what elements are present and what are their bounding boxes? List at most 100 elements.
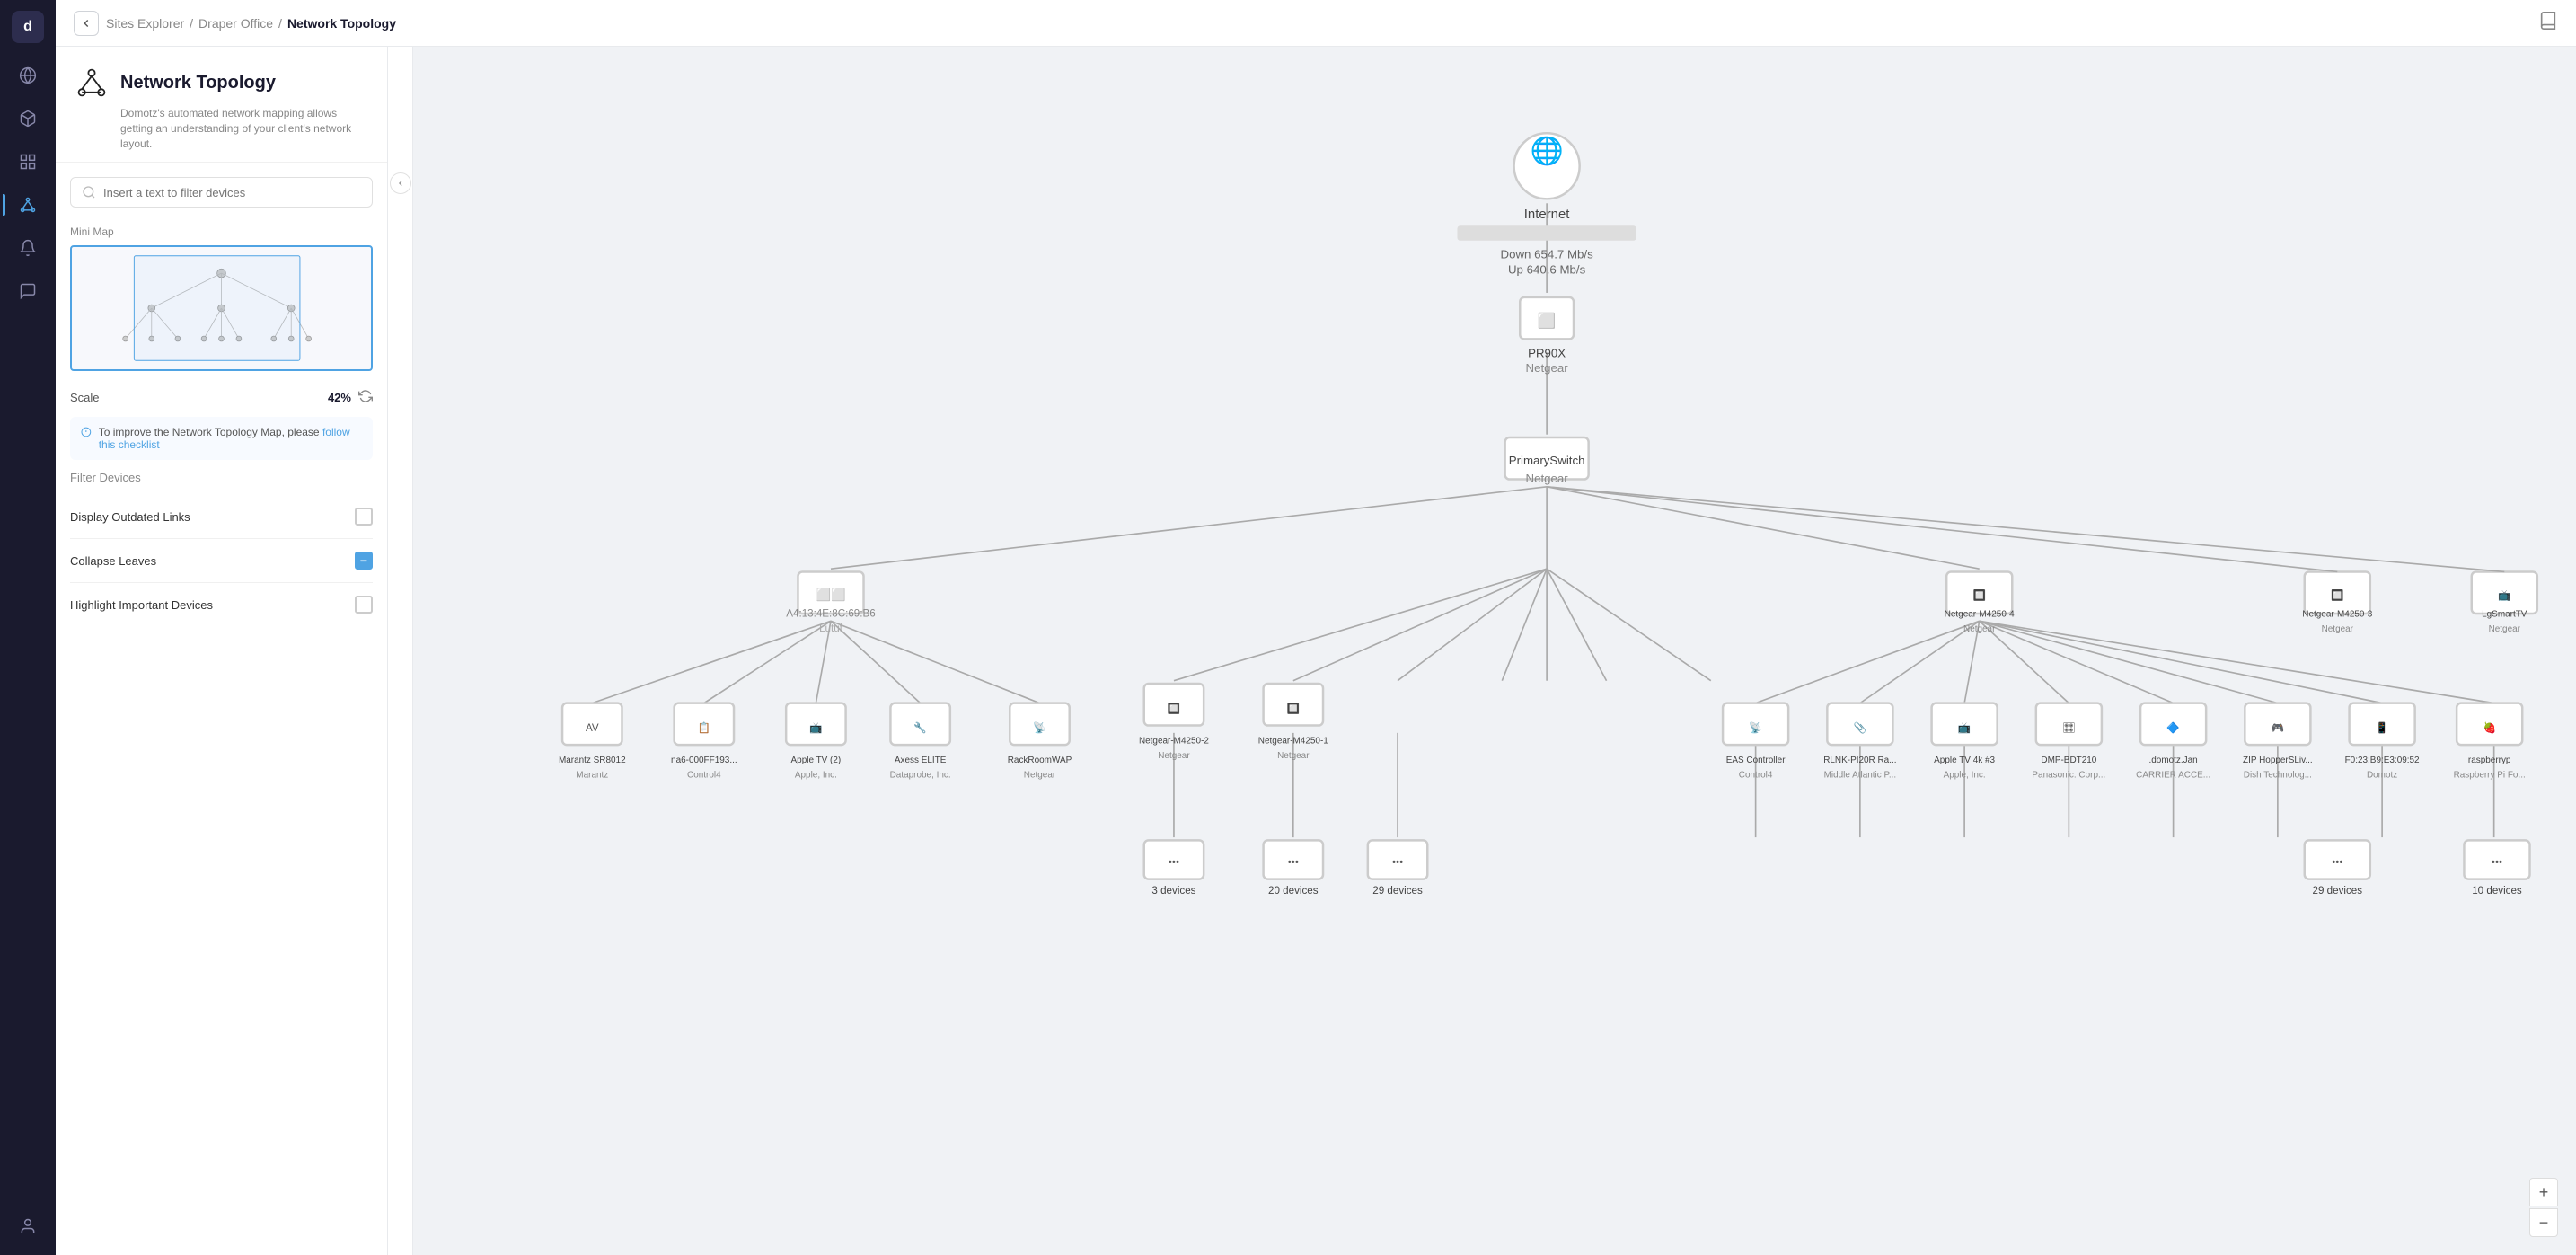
rackroomwap-node[interactable]: 📡 RackRoomWAP Netgear bbox=[1008, 703, 1072, 781]
back-button[interactable] bbox=[74, 11, 99, 36]
svg-text:Apple, Inc.: Apple, Inc. bbox=[795, 771, 837, 781]
svg-text:🌐: 🌐 bbox=[1531, 135, 1564, 166]
appletv-lutuf-node[interactable]: 📺 Apple TV (2) Apple, Inc. bbox=[786, 703, 845, 781]
svg-text:Middle Atlantic P...: Middle Atlantic P... bbox=[1824, 771, 1897, 781]
svg-text:LgSmartTV: LgSmartTV bbox=[2482, 609, 2527, 619]
svg-text:Marantz SR8012: Marantz SR8012 bbox=[559, 756, 626, 765]
svg-text:📺: 📺 bbox=[2498, 589, 2510, 601]
filter-row-highlight-devices: Highlight Important Devices bbox=[70, 583, 373, 626]
svg-text:DMP-BDT210: DMP-BDT210 bbox=[2041, 756, 2096, 765]
info-text: To improve the Network Topology Map, ple… bbox=[99, 426, 362, 451]
zoom-out-button[interactable]: − bbox=[2529, 1208, 2558, 1237]
svg-text:Raspberry Pi Fo...: Raspberry Pi Fo... bbox=[2454, 771, 2526, 781]
svg-text:📎: 📎 bbox=[1854, 721, 1867, 734]
mini-map-canvas bbox=[70, 245, 373, 371]
sidebar-item-globe[interactable] bbox=[10, 57, 46, 93]
search-box bbox=[70, 177, 373, 208]
sidebar-item-list[interactable] bbox=[10, 144, 46, 180]
svg-text:•••: ••• bbox=[1169, 857, 1179, 869]
filter-collapse-leaves-label: Collapse Leaves bbox=[70, 554, 156, 568]
svg-text:Netgear: Netgear bbox=[1158, 751, 1190, 761]
zoom-controls: + − bbox=[2529, 1178, 2558, 1237]
svg-text:PR90X: PR90X bbox=[1528, 346, 1566, 359]
svg-text:raspberryp: raspberryp bbox=[2468, 756, 2511, 765]
svg-text:•••: ••• bbox=[1288, 857, 1299, 869]
svg-text:.domotz.Jan: .domotz.Jan bbox=[2149, 756, 2198, 765]
book-icon[interactable] bbox=[2538, 11, 2558, 35]
svg-text:Dish Technolog...: Dish Technolog... bbox=[2244, 771, 2312, 781]
info-icon bbox=[81, 426, 92, 438]
group-29-devices-right[interactable]: ••• 29 devices bbox=[2305, 840, 2370, 897]
svg-text:Lutuf: Lutuf bbox=[819, 623, 843, 634]
filter-outdated-links-checkbox[interactable] bbox=[355, 508, 373, 526]
group-3-devices[interactable]: ••• 3 devices bbox=[1144, 840, 1204, 897]
scale-reset-icon[interactable] bbox=[358, 389, 373, 406]
sidebar-item-comment[interactable] bbox=[10, 273, 46, 309]
app-logo[interactable]: d bbox=[12, 11, 44, 43]
svg-text:Netgear-M4250-3: Netgear-M4250-3 bbox=[2302, 609, 2372, 619]
group-29-devices[interactable]: ••• 29 devices bbox=[1368, 840, 1427, 897]
axess-node[interactable]: 🔧 Axess ELITE Dataprobe, Inc. bbox=[890, 703, 951, 781]
zoom-in-button[interactable]: + bbox=[2529, 1178, 2558, 1206]
svg-text:•••: ••• bbox=[2332, 857, 2342, 869]
filter-highlight-devices-checkbox[interactable] bbox=[355, 596, 373, 614]
svg-text:•••: ••• bbox=[2492, 857, 2502, 869]
svg-text:📺: 📺 bbox=[1958, 722, 1971, 734]
svg-text:🔲: 🔲 bbox=[1972, 588, 1985, 601]
svg-text:🔲: 🔲 bbox=[1287, 703, 1300, 715]
svg-text:Axess ELITE: Axess ELITE bbox=[895, 756, 947, 765]
svg-text:10 devices: 10 devices bbox=[2472, 885, 2522, 897]
marantz-node[interactable]: AV Marantz SR8012 Marantz bbox=[559, 703, 626, 781]
control4-node[interactable]: 📋 na6-000FF193... Control4 bbox=[671, 703, 737, 781]
lutuf-node[interactable]: ⬜⬜ A4:13:4E:8C:69:B6 Lutuf bbox=[786, 571, 875, 633]
netgear-m4250-3-node[interactable]: 🔲 Netgear-M4250-3 Netgear bbox=[2302, 571, 2372, 633]
svg-text:Control4: Control4 bbox=[1739, 771, 1773, 781]
panel-collapse-button[interactable] bbox=[388, 47, 413, 1255]
svg-text:🔷: 🔷 bbox=[2166, 721, 2179, 734]
svg-text:Netgear-M4250-4: Netgear-M4250-4 bbox=[1945, 609, 2015, 619]
svg-text:3 devices: 3 devices bbox=[1151, 885, 1195, 897]
svg-text:ZIP HopperSLiv...: ZIP HopperSLiv... bbox=[2243, 756, 2313, 765]
sidebar-item-user[interactable] bbox=[10, 1208, 46, 1244]
svg-text:RackRoomWAP: RackRoomWAP bbox=[1008, 756, 1072, 765]
filter-row-outdated-links: Display Outdated Links bbox=[70, 495, 373, 539]
filter-highlight-devices-label: Highlight Important Devices bbox=[70, 598, 213, 612]
group-20-devices[interactable]: ••• 20 devices bbox=[1264, 840, 1323, 897]
page-subtitle: Domotz's automated network mapping allow… bbox=[120, 106, 369, 151]
primary-switch-node[interactable]: PrimarySwitch Netgear bbox=[1505, 437, 1589, 485]
topology-canvas: 🌐 Internet Down 654.7 Mb/s Up 640.6 Mb/s… bbox=[413, 47, 2576, 1255]
svg-text:Netgear-M4250-2: Netgear-M4250-2 bbox=[1139, 736, 1209, 746]
svg-text:Marantz: Marantz bbox=[576, 771, 608, 781]
svg-text:Netgear: Netgear bbox=[1526, 361, 1569, 375]
svg-text:📱: 📱 bbox=[2376, 721, 2388, 734]
svg-text:Down 654.7 Mb/s: Down 654.7 Mb/s bbox=[1501, 248, 1594, 261]
pr90x-node[interactable]: ⬜ PR90X Netgear bbox=[1520, 297, 1574, 375]
group-10-devices[interactable]: ••• 10 devices bbox=[2464, 840, 2529, 897]
sidebar-item-bell[interactable] bbox=[10, 230, 46, 266]
svg-text:⬜⬜: ⬜⬜ bbox=[816, 587, 845, 601]
lgsmarttv-node[interactable]: 📺 LgSmartTV Netgear bbox=[2472, 571, 2537, 633]
svg-text:Netgear: Netgear bbox=[2489, 624, 2521, 634]
breadcrumb-sites-explorer[interactable]: Sites Explorer bbox=[106, 16, 184, 31]
collapse-arrow-icon bbox=[390, 172, 411, 194]
breadcrumb-draper-office[interactable]: Draper Office bbox=[198, 16, 273, 31]
main-content: Sites Explorer / Draper Office / Network… bbox=[56, 0, 2576, 1255]
sidebar-item-network[interactable] bbox=[10, 187, 46, 223]
svg-text:🎮: 🎮 bbox=[2272, 722, 2284, 734]
filter-row-collapse-leaves: Collapse Leaves − bbox=[70, 539, 373, 583]
svg-text:Netgear: Netgear bbox=[1277, 751, 1310, 761]
svg-text:F0:23:B9:E3:09:52: F0:23:B9:E3:09:52 bbox=[2345, 756, 2420, 765]
mini-map-section: Mini Map bbox=[56, 215, 387, 382]
filter-collapse-leaves-checkbox[interactable]: − bbox=[355, 552, 373, 570]
page-title: Network Topology bbox=[120, 73, 276, 93]
svg-text:📋: 📋 bbox=[698, 721, 710, 734]
sidebar: d bbox=[0, 0, 56, 1255]
svg-text:CARRIER ACCE...: CARRIER ACCE... bbox=[2136, 771, 2210, 781]
page-title-section: Network Topology Domotz's automated netw… bbox=[56, 47, 387, 163]
sidebar-item-cube[interactable] bbox=[10, 101, 46, 137]
search-input[interactable] bbox=[103, 186, 361, 199]
breadcrumb-sep1: / bbox=[190, 16, 193, 31]
raspberrypi-node[interactable]: 🍓 raspberryp Raspberry Pi Fo... bbox=[2454, 703, 2526, 781]
svg-text:Netgear: Netgear bbox=[1526, 472, 1569, 485]
left-panel: Network Topology Domotz's automated netw… bbox=[56, 47, 388, 1255]
